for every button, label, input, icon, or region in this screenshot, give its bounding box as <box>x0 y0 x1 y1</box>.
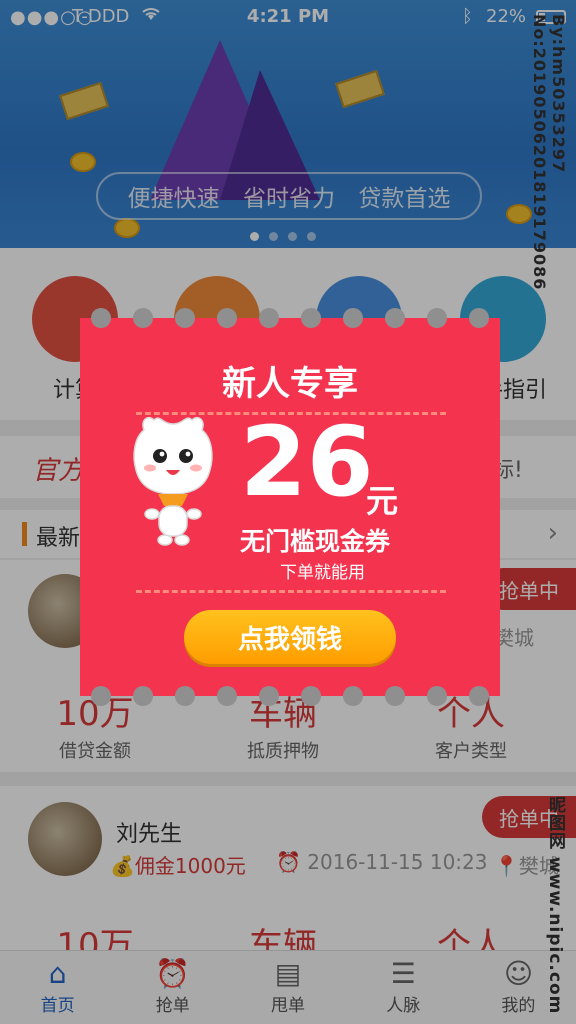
coupon-description: 无门槛现金券 <box>240 527 391 556</box>
coupon-amount: 26 <box>240 406 374 518</box>
watermark-site: 昵图网 www.nipic.com <box>545 796 565 1015</box>
scallop-edge <box>80 308 500 328</box>
coupon-subtext: 下单就能用 <box>280 563 365 583</box>
claim-money-button[interactable]: 点我领钱 <box>184 610 396 664</box>
dashed-divider <box>136 590 446 593</box>
bun-mascot-icon <box>133 416 213 546</box>
popup-title: 新人专享 <box>222 364 358 404</box>
scallop-edge <box>80 686 500 706</box>
watermark-id: By:hm50353297 No:20190506201819179086 <box>530 14 568 291</box>
new-user-coupon-popup: 新人专享 26 元 无门槛现金券 下单就能用 点我领钱 <box>80 308 500 706</box>
coupon-unit: 元 <box>366 482 399 520</box>
